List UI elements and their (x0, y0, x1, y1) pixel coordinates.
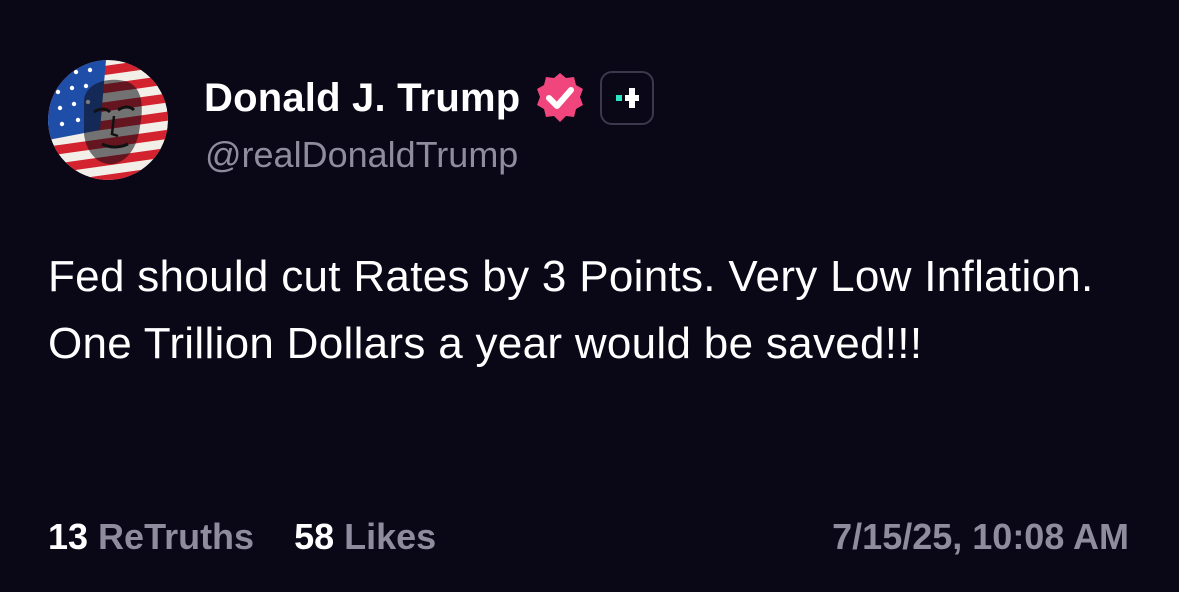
post-stats: 13 ReTruths 58 Likes (48, 514, 436, 560)
likes-count: 58 (294, 516, 335, 557)
flag-portrait-avatar (48, 60, 168, 180)
retruths-count: 13 (48, 516, 89, 557)
author-row: Donald J. Trump (204, 70, 655, 126)
post-text: Fed should cut Rates by 3 Points. Very L… (48, 252, 1094, 368)
display-name[interactable]: Donald J. Trump (204, 76, 520, 121)
author-handle[interactable]: @realDonaldTrump (205, 134, 518, 176)
post-timestamp: 7/15/25, 10:08 AM (832, 516, 1129, 557)
retruths-stat[interactable]: 13 ReTruths (48, 516, 254, 558)
likes-stat[interactable]: 58 Likes (294, 516, 436, 558)
avatar[interactable] (48, 60, 168, 180)
retruths-label: ReTruths (98, 516, 255, 557)
likes-label: Likes (344, 516, 437, 557)
truth-post: Donald J. Trump @realDonaldTrump Fed sho… (0, 0, 1179, 592)
verified-check-icon (532, 70, 588, 126)
truth-plus-icon[interactable] (600, 71, 655, 125)
